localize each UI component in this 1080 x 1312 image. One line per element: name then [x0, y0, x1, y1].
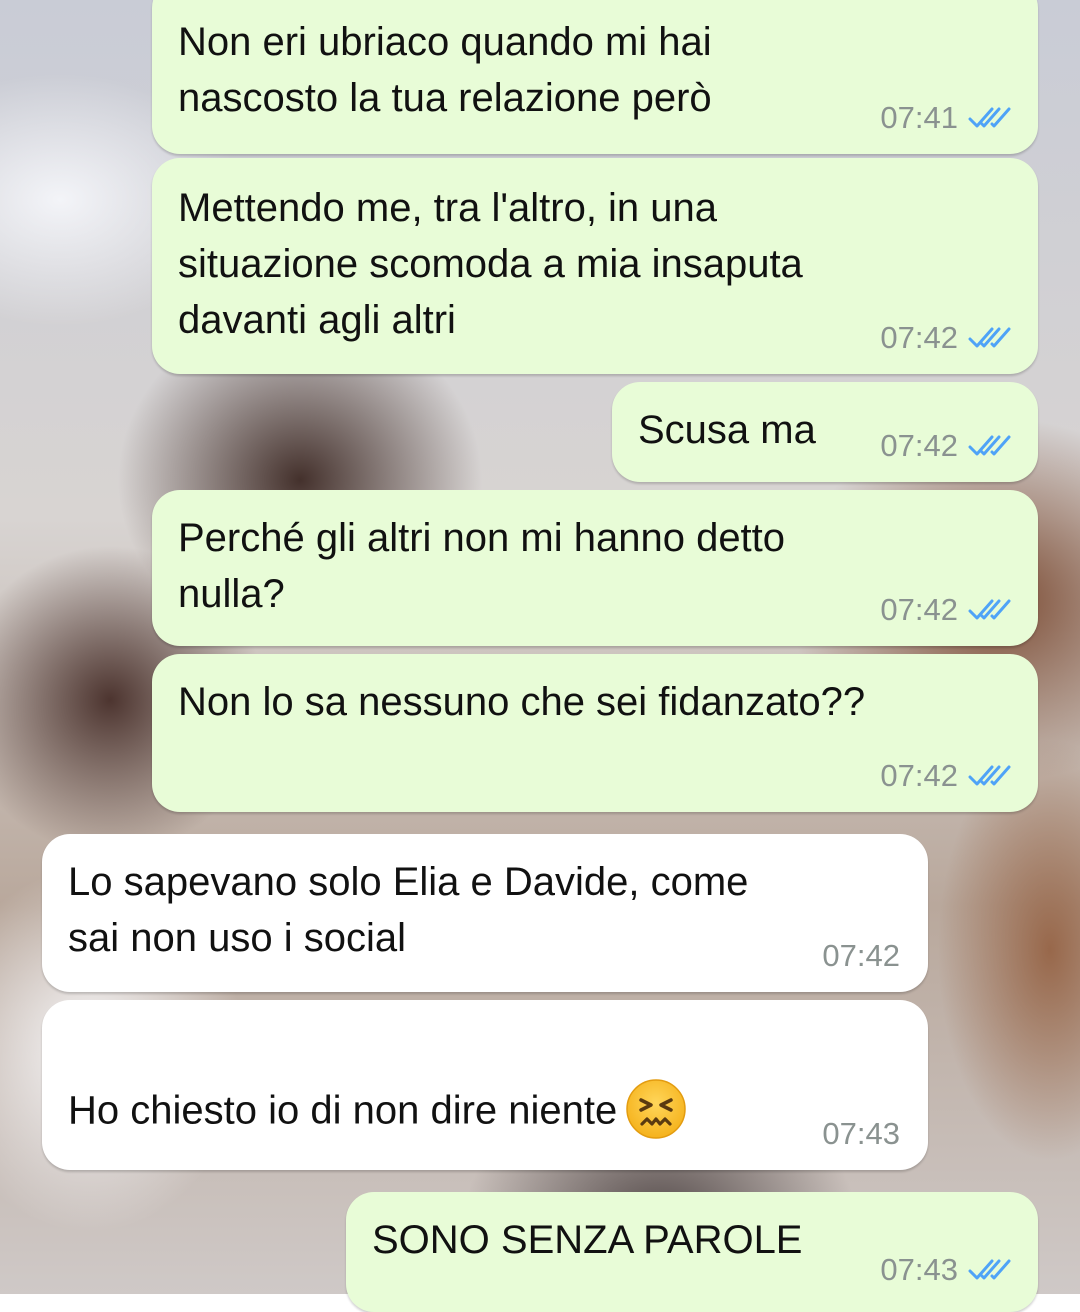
message-text: Non eri ubriaco quando mi hai nascosto l… [178, 20, 712, 120]
double-check-icon [968, 1257, 1012, 1283]
message-time: 07:43 [822, 1116, 900, 1151]
message-meta: 07:42 [880, 428, 1012, 464]
double-check-icon [968, 597, 1012, 623]
message-text: Mettendo me, tra l'altro, in una situazi… [178, 186, 803, 342]
message-text-content: Ho chiesto io di non dire niente [68, 1088, 618, 1133]
double-check-icon [968, 105, 1012, 131]
message-time: 07:42 [880, 758, 958, 793]
message-text: Perché gli altri non mi hanno detto null… [178, 516, 786, 616]
message-time: 07:42 [880, 320, 958, 355]
message-time: 07:42 [822, 938, 900, 973]
outgoing-message[interactable]: Perché gli altri non mi hanno detto null… [152, 490, 1038, 646]
message-time: 07:42 [880, 592, 958, 627]
double-check-icon [968, 763, 1012, 789]
message-meta: 07:42 [822, 938, 900, 974]
message-text: Ho chiesto io di non dire niente [68, 1026, 687, 1144]
confounded-face-emoji [625, 1078, 687, 1140]
message-text: Non lo sa nessuno che sei fidanzato?? [178, 680, 866, 724]
message-list[interactable]: Non eri ubriaco quando mi hai nascosto l… [0, 0, 1080, 1312]
double-check-icon [968, 325, 1012, 351]
double-check-icon [968, 433, 1012, 459]
message-time: 07:43 [880, 1252, 958, 1287]
incoming-message[interactable]: Lo sapevano solo Elia e Davide, come sai… [42, 834, 928, 992]
outgoing-message[interactable]: Non eri ubriaco quando mi hai nascosto l… [152, 0, 1038, 154]
incoming-message[interactable]: Ho chiesto io di non dire niente 07:43 [42, 1000, 928, 1170]
message-time: 07:41 [880, 100, 958, 135]
message-text: Scusa ma [638, 408, 816, 452]
message-text: SONO SENZA PAROLE [372, 1218, 803, 1262]
outgoing-message[interactable]: Scusa ma 07:42 [612, 382, 1038, 482]
message-meta: 07:41 [880, 100, 1012, 136]
outgoing-message[interactable]: SONO SENZA PAROLE 07:43 [346, 1192, 1038, 1312]
message-meta: 07:43 [822, 1116, 900, 1152]
message-meta: 07:42 [880, 320, 1012, 356]
message-text: Lo sapevano solo Elia e Davide, come sai… [68, 860, 749, 960]
message-meta: 07:42 [880, 758, 1012, 794]
outgoing-message[interactable]: Non lo sa nessuno che sei fidanzato?? 07… [152, 654, 1038, 812]
message-time: 07:42 [880, 428, 958, 463]
message-meta: 07:42 [880, 592, 1012, 628]
outgoing-message[interactable]: Mettendo me, tra l'altro, in una situazi… [152, 158, 1038, 374]
message-meta: 07:43 [880, 1252, 1012, 1288]
